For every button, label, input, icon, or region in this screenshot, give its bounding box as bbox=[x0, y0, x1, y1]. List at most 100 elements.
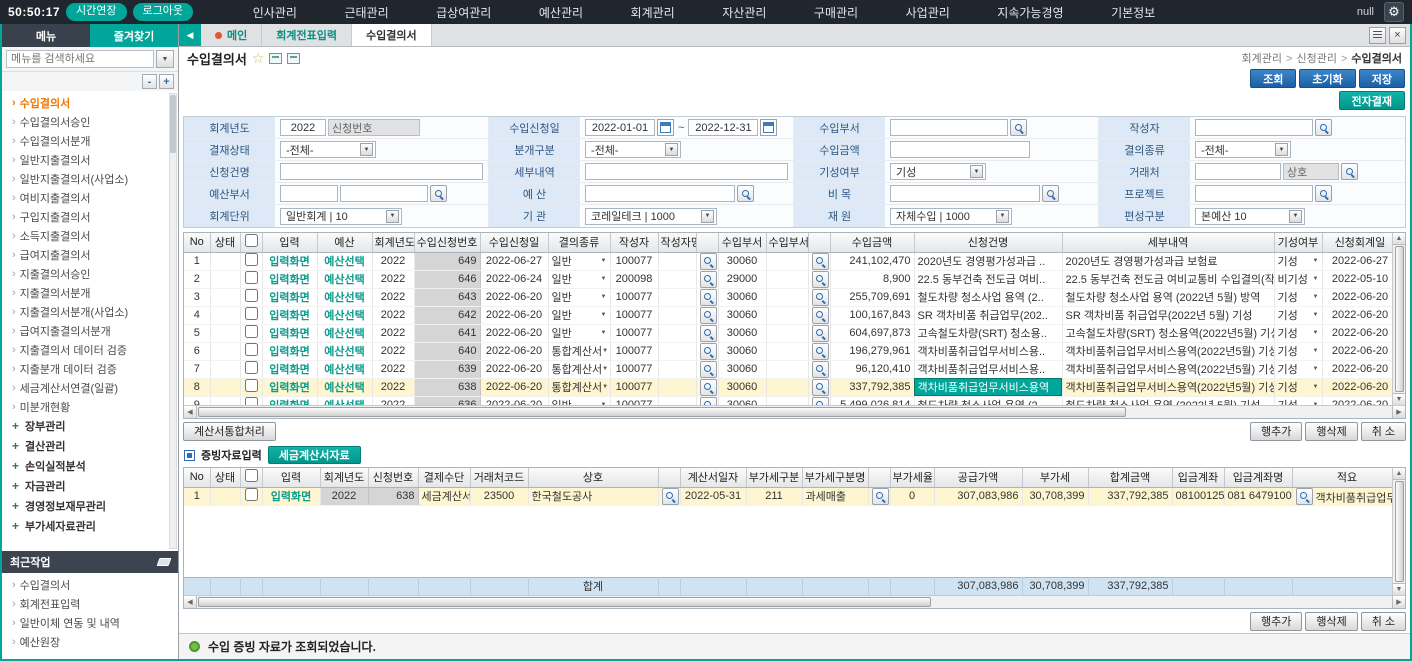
horizontal-scrollbar[interactable]: ◀ ▶ bbox=[184, 405, 1405, 418]
scroll-right-icon[interactable]: ▶ bbox=[1392, 596, 1405, 608]
vendor-name-input[interactable] bbox=[1283, 163, 1339, 180]
scroll-left-icon[interactable]: ◀ bbox=[184, 596, 197, 608]
sidebar-menu-item[interactable]: ›세금계산서연결(일괄) bbox=[12, 378, 168, 397]
table-row[interactable]: 5입력화면예산선택20226412022-06-20일반▼10007730060… bbox=[184, 324, 1392, 342]
row-search-button[interactable] bbox=[700, 325, 717, 342]
settings-gear-icon[interactable]: ⚙ bbox=[1384, 2, 1404, 22]
organization-select[interactable]: 코레일테크 | 1000▼ bbox=[585, 208, 717, 225]
row-search-button[interactable] bbox=[700, 397, 717, 406]
income-date-from-input[interactable] bbox=[585, 119, 655, 136]
budget-select-button[interactable]: 예산선택 bbox=[324, 346, 364, 358]
reset-button[interactable]: 초기화 bbox=[1299, 69, 1355, 88]
row-search-button[interactable] bbox=[700, 361, 717, 378]
sidebar-menu-item[interactable]: ›급여지출결의서분개 bbox=[12, 321, 168, 340]
fund-source-select[interactable]: 자체수입 | 1000▼ bbox=[890, 208, 1012, 225]
cell-dropdown[interactable]: 기성▼ bbox=[1278, 379, 1319, 395]
income-amount-input[interactable] bbox=[890, 141, 1030, 158]
scrollbar-thumb[interactable] bbox=[198, 597, 931, 607]
tab-scroll-left-button[interactable]: ◀ bbox=[179, 24, 201, 46]
row-search-button[interactable] bbox=[700, 379, 717, 396]
vertical-scrollbar[interactable]: ▲ ▼ bbox=[1392, 233, 1405, 405]
table-row[interactable]: 1입력화면2022638세금계산서/..23500한국철도공사2022-05-3… bbox=[184, 487, 1392, 506]
topbar-menu-item[interactable]: 인사관리 bbox=[253, 4, 297, 21]
delete-row-button[interactable]: 행삭제 bbox=[1305, 612, 1357, 631]
scrollbar-thumb[interactable] bbox=[198, 407, 1126, 417]
accounting-unit-select[interactable]: 일반회계 | 10▼ bbox=[280, 208, 402, 225]
sidebar-menu-item[interactable]: ›소득지출결의서 bbox=[12, 226, 168, 245]
sidebar-tab-menu[interactable]: 메뉴 bbox=[2, 24, 90, 47]
topbar-menu-item[interactable]: 사업관리 bbox=[906, 4, 950, 21]
document-tab[interactable]: 메인 bbox=[201, 24, 262, 46]
table-row[interactable]: 3입력화면예산선택20226432022-06-20일반▼10007730060… bbox=[184, 288, 1392, 306]
cell-dropdown[interactable]: 기성▼ bbox=[1278, 325, 1319, 341]
completion-select[interactable]: 기성▼ bbox=[890, 163, 986, 180]
sidebar-menu-item[interactable]: ›지출결의서승인 bbox=[12, 264, 168, 283]
budget-dept-search-button[interactable] bbox=[430, 185, 447, 202]
input-screen-button[interactable]: 입력화면 bbox=[269, 274, 309, 286]
vendor-search-button[interactable] bbox=[1341, 163, 1358, 180]
sidebar-menu-item[interactable]: ›지출결의서 데이터 검증 bbox=[12, 340, 168, 359]
input-screen-button[interactable]: 입력화면 bbox=[271, 491, 311, 503]
writer-search-button[interactable] bbox=[1315, 119, 1332, 136]
topbar-menu-item[interactable]: 회계관리 bbox=[631, 4, 675, 21]
table-row[interactable]: 7입력화면예산선택20226392022-06-20통합계산서▼10007730… bbox=[184, 360, 1392, 378]
row-checkbox[interactable] bbox=[245, 397, 258, 405]
search-button[interactable]: 조회 bbox=[1250, 69, 1296, 88]
cell-dropdown[interactable]: 일반▼ bbox=[552, 271, 607, 287]
table-row[interactable]: 4입력화면예산선택20226422022-06-20일반▼10007730060… bbox=[184, 306, 1392, 324]
clear-recent-icon[interactable] bbox=[157, 558, 172, 566]
topbar-menu-item[interactable]: 자산관리 bbox=[722, 4, 766, 21]
row-search-button[interactable] bbox=[812, 361, 829, 378]
collapse-all-button[interactable]: - bbox=[142, 74, 157, 89]
sidebar-menu-item[interactable]: ›지출분개 데이터 검증 bbox=[12, 359, 168, 378]
writer-input[interactable] bbox=[1195, 119, 1313, 136]
sidebar-menu-item[interactable]: ›수입결의서승인 bbox=[12, 112, 168, 131]
row-checkbox[interactable] bbox=[245, 361, 258, 374]
input-screen-button[interactable]: 입력화면 bbox=[269, 310, 309, 322]
budget-select-button[interactable]: 예산선택 bbox=[324, 274, 364, 286]
sidebar-group-item[interactable]: +장부관리 bbox=[12, 416, 168, 436]
sidebar-menu-item[interactable]: ›수입결의서 bbox=[12, 93, 168, 112]
cell-dropdown[interactable]: 일반▼ bbox=[552, 325, 607, 341]
input-screen-button[interactable]: 입력화면 bbox=[269, 382, 309, 394]
scroll-up-icon[interactable]: ▲ bbox=[1393, 233, 1406, 245]
cell-dropdown[interactable]: 일반▼ bbox=[552, 289, 607, 305]
row-checkbox[interactable] bbox=[245, 343, 258, 356]
topbar-menu-item[interactable]: 구매관리 bbox=[814, 4, 858, 21]
cell-dropdown[interactable]: 기성▼ bbox=[1278, 307, 1319, 323]
topbar-menu-item[interactable]: 근태관리 bbox=[344, 4, 388, 21]
budget-select-button[interactable]: 예산선택 bbox=[324, 256, 364, 268]
sidebar-menu-item[interactable]: ›구입지출결의서 bbox=[12, 207, 168, 226]
table-row[interactable]: 2입력화면예산선택20226462022-06-24일반▼20009829000… bbox=[184, 270, 1392, 288]
input-screen-button[interactable]: 입력화면 bbox=[269, 256, 309, 268]
search-dropdown-icon[interactable]: ▼ bbox=[156, 50, 174, 68]
cell-dropdown[interactable]: 통합계산서▼ bbox=[552, 343, 607, 359]
favorite-star-icon[interactable]: ☆ bbox=[252, 51, 265, 65]
sidebar-menu-item[interactable]: ›여비지출결의서 bbox=[12, 188, 168, 207]
input-screen-button[interactable]: 입력화면 bbox=[269, 328, 309, 340]
request-title-input[interactable] bbox=[280, 163, 483, 180]
logout-button[interactable]: 로그아웃 bbox=[133, 3, 193, 20]
topbar-menu-item[interactable]: 기본정보 bbox=[1111, 4, 1155, 21]
scroll-down-icon[interactable]: ▼ bbox=[1393, 583, 1406, 595]
row-search-button[interactable] bbox=[700, 343, 717, 360]
budget-select-button[interactable]: 예산선택 bbox=[324, 292, 364, 304]
select-all-checkbox[interactable] bbox=[245, 469, 258, 482]
invoice-merge-button[interactable]: 계산서통합처리 bbox=[183, 422, 276, 441]
row-checkbox[interactable] bbox=[245, 379, 258, 392]
budget-select-button[interactable]: 예산선택 bbox=[324, 328, 364, 340]
income-dept-search-button[interactable] bbox=[1010, 119, 1027, 136]
income-dept-input[interactable] bbox=[890, 119, 1008, 136]
table-row[interactable]: 9입력화면예산선택20226362022-06-20일반▼10007730060… bbox=[184, 396, 1392, 405]
recent-item[interactable]: ›일반이체 연동 및 내역 bbox=[12, 613, 178, 632]
request-no-input[interactable] bbox=[328, 119, 420, 136]
budget-dept-code-input[interactable] bbox=[280, 185, 338, 202]
row-checkbox[interactable] bbox=[245, 253, 258, 266]
select-all-checkbox[interactable] bbox=[245, 234, 258, 247]
expense-item-input[interactable] bbox=[890, 185, 1040, 202]
row-search-button[interactable] bbox=[700, 253, 717, 270]
document-tab[interactable]: 수입결의서 bbox=[352, 24, 432, 46]
topbar-menu-item[interactable]: 급상여관리 bbox=[436, 4, 491, 21]
cell-dropdown[interactable]: 기성▼ bbox=[1278, 397, 1319, 405]
row-search-button[interactable] bbox=[812, 343, 829, 360]
